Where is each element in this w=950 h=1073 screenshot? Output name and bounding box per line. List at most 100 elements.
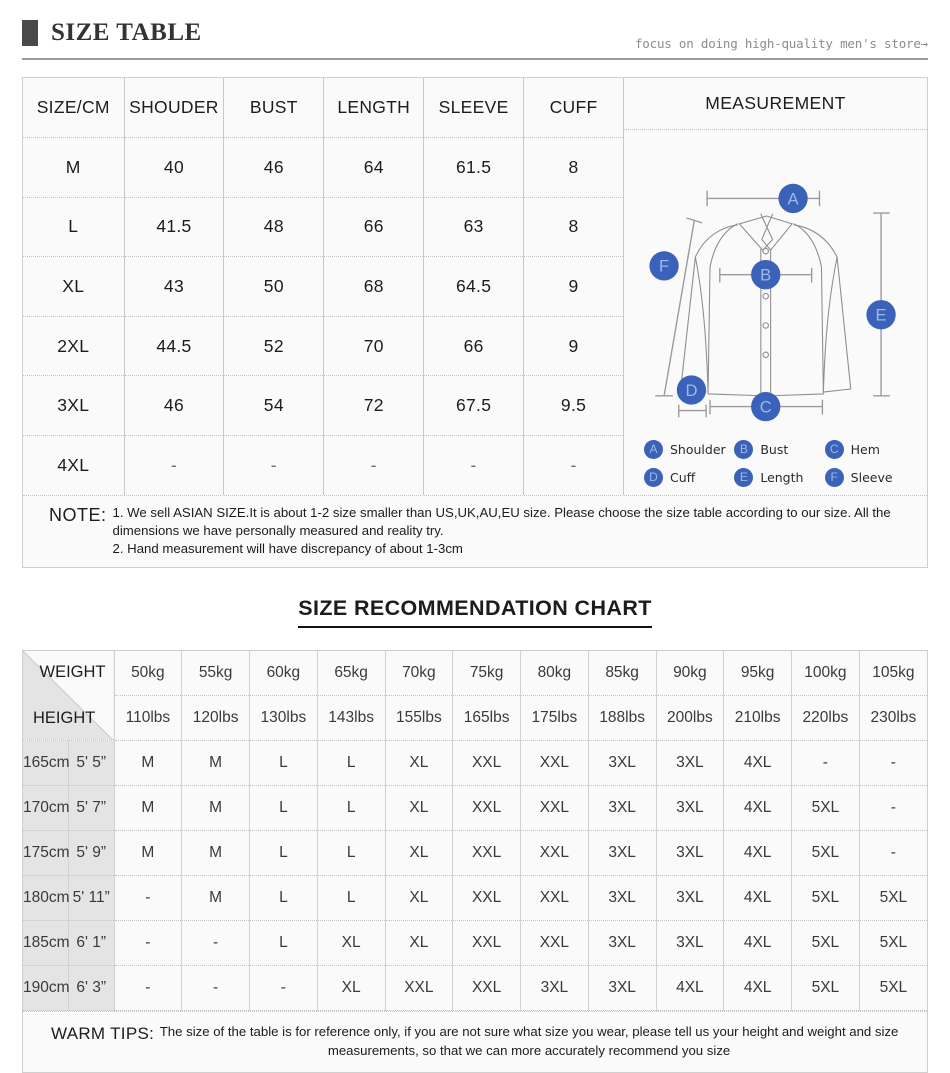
legend-item-cuff: D Cuff [644, 467, 734, 487]
recommended-size-cell: 4XL [723, 965, 792, 1012]
recommendation-header-row-kg: WEIGHT HEIGHT 50kg 55kg 60kg 65kg 70kg 75kg 80kg… [23, 650, 927, 742]
weight-header-lbs: 120lbs [181, 695, 250, 742]
size-table: SIZE/CM SHOUDER BUST LENGTH SLEEVE CUFF M 40 46 6… [23, 78, 624, 495]
legend-item-sleeve: F Sleeve [824, 467, 915, 487]
recommendation-table: WEIGHT HEIGHT 50kg 55kg 60kg 65kg 70kg 75kg 80kg… [23, 650, 927, 1012]
size-table-main: SIZE/CM SHOUDER BUST LENGTH SLEEVE CUFF M 40 46 6… [23, 78, 927, 495]
recommended-size-cell: L [317, 875, 386, 922]
recommendation-row: 165cm 5' 5” M M L L XL XXL XXL 3XL 3XL 4XL - - [23, 740, 927, 787]
weight-header-kg: 70kg [385, 650, 454, 697]
size-table-cell: 61.5 [423, 137, 525, 198]
legend-label: Hem [850, 441, 880, 457]
size-table-col-header: BUST [223, 78, 325, 139]
warm-tips-text: The size of the table is for reference o… [159, 1024, 899, 1058]
recommended-size-cell: L [249, 830, 318, 877]
recommended-size-cell: 3XL [656, 920, 725, 967]
recommended-size-cell: XL [385, 830, 454, 877]
recommended-size-cell: - [859, 740, 927, 787]
recommended-size-cell: - [181, 965, 250, 1012]
recommended-size-cell: XXL [452, 785, 521, 832]
measurement-marker-label: C [760, 397, 772, 416]
warm-tips-section: WARM TIPS: The size of the table is for … [23, 1011, 927, 1073]
recommended-size-cell: XXL [520, 740, 589, 787]
recommendation-row: 175cm 5' 9” M M L L XL XXL XXL 3XL 3XL 4XL 5XL - [23, 830, 927, 877]
recommended-size-cell: - [859, 830, 927, 877]
recommended-size-cell: XL [385, 785, 454, 832]
height-cm-cell: 190cm [23, 965, 70, 1012]
recommended-size-cell: M [181, 875, 250, 922]
size-table-row: M 40 46 64 61.5 8 [23, 137, 624, 198]
recommendation-section-title: SIZE RECOMMENDATION CHART [298, 596, 652, 628]
size-table-cell: - [523, 435, 624, 495]
page-title: SIZE TABLE [51, 19, 202, 46]
recommended-size-cell: M [181, 785, 250, 832]
recommended-size-cell: - [114, 920, 183, 967]
page-header: SIZE TABLE focus on doing high-quality m… [22, 8, 928, 60]
recommended-size-cell: - [181, 920, 250, 967]
legend-marker-icon: C [824, 439, 844, 459]
recommendation-header-row-lbs: 110lbs 120lbs 130lbs 143lbs 155lbs 165lbs 175l… [23, 695, 927, 742]
recommended-size-cell: - [859, 785, 927, 832]
weight-header-kg: 95kg [723, 650, 792, 697]
recommended-size-cell: - [249, 965, 318, 1012]
measurement-legend: A Shoulder B Bust C Hem D Cuff E Length F Sleeve [624, 433, 927, 495]
size-table-col-header: CUFF [523, 78, 624, 139]
recommended-size-cell: XXL [520, 830, 589, 877]
recommended-size-cell: - [114, 965, 183, 1012]
size-table-cell: - [124, 435, 225, 495]
recommended-size-cell: - [791, 740, 860, 787]
shirt-measurement-diagram: A B C D E F [624, 130, 927, 433]
recommended-size-cell: 3XL [588, 920, 657, 967]
size-table-cell: 8 [523, 137, 624, 198]
recommended-size-cell: 5XL [791, 965, 860, 1012]
recommended-size-cell: M [114, 785, 183, 832]
recommended-size-cell: XXL [452, 965, 521, 1012]
height-cm-cell: 185cm [23, 920, 70, 967]
height-ft-cell: 5' 11” [68, 875, 115, 922]
legend-marker-icon: A [644, 439, 663, 459]
size-table-col-header: SIZE/CM [23, 78, 125, 139]
height-ft-cell: 6' 3” [68, 965, 115, 1012]
recommendation-block: WEIGHT HEIGHT 50kg 55kg 60kg 65kg 70kg 75kg 80kg… [22, 649, 928, 1073]
recommended-size-cell: L [249, 740, 318, 787]
legend-marker-icon: F [824, 467, 844, 487]
recommended-size-cell: M [114, 830, 183, 877]
size-table-size-label: 4XL [23, 435, 125, 495]
weight-header-kg: 105kg [859, 650, 927, 697]
size-table-cell: 64.5 [423, 256, 525, 317]
recommended-size-cell: XXL [452, 740, 521, 787]
size-table-block: SIZE/CM SHOUDER BUST LENGTH SLEEVE CUFF M 40 46 6… [22, 77, 928, 568]
size-table-header-row: SIZE/CM SHOUDER BUST LENGTH SLEEVE CUFF [23, 78, 624, 139]
size-table-cell: 46 [223, 137, 325, 198]
size-table-cell: 9 [523, 256, 624, 317]
recommended-size-cell: 3XL [588, 965, 657, 1012]
height-cm-cell: 180cm [23, 875, 70, 922]
recommended-size-cell: 5XL [791, 920, 860, 967]
recommended-size-cell: XXL [385, 965, 454, 1012]
recommended-size-cell: 4XL [723, 785, 792, 832]
size-table-cell: 52 [223, 316, 325, 377]
recommended-size-cell: 3XL [656, 785, 725, 832]
size-table-size-label: M [23, 137, 125, 198]
size-table-cell: 43 [124, 256, 225, 317]
size-table-cell: 64 [323, 137, 425, 198]
recommended-size-cell: 3XL [656, 740, 725, 787]
header-accent-mark [22, 20, 38, 46]
recommended-size-cell: XL [385, 875, 454, 922]
recommended-size-cell: 3XL [656, 875, 725, 922]
size-table-cell: 48 [223, 197, 325, 258]
recommendation-row: 170cm 5' 7” M M L L XL XXL XXL 3XL 3XL 4XL 5XL - [23, 785, 927, 832]
height-axis-label: HEIGHT [33, 709, 96, 728]
size-table-cell: 40 [124, 137, 225, 198]
recommended-size-cell: 5XL [859, 875, 927, 922]
legend-label: Shoulder [670, 441, 726, 457]
note-section: NOTE: 1. We sell ASIAN SIZE.It is about … [23, 495, 927, 567]
size-table-cell: 50 [223, 256, 325, 317]
weight-header-lbs: 143lbs [317, 695, 386, 742]
size-table-size-label: XL [23, 256, 125, 317]
measurement-marker-label: F [659, 257, 669, 276]
recommended-size-cell: 5XL [859, 920, 927, 967]
recommended-size-cell: XXL [452, 920, 521, 967]
recommended-size-cell: 3XL [588, 785, 657, 832]
note-label: NOTE: [49, 505, 107, 525]
